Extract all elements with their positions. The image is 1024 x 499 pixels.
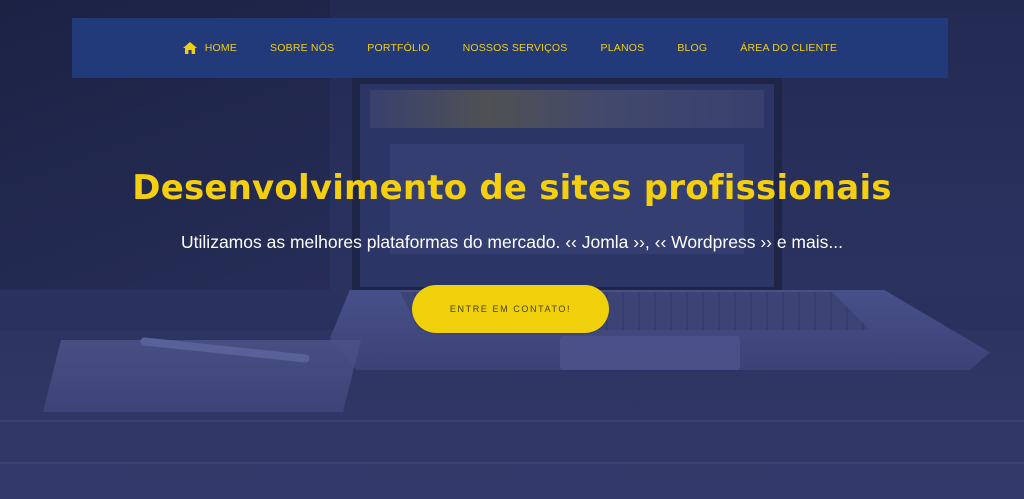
nav-item-blog[interactable]: BLOG bbox=[661, 42, 724, 54]
table-grain bbox=[0, 420, 1024, 422]
nav-item-portfolio[interactable]: PORTFÓLIO bbox=[351, 42, 446, 54]
home-icon bbox=[182, 42, 197, 54]
nav-item-area-do-cliente[interactable]: ÁREA DO CLIENTE bbox=[724, 42, 854, 54]
nav-item-label: BLOG bbox=[677, 42, 708, 54]
nav-item-label: SOBRE NÓS bbox=[270, 42, 335, 54]
nav-item-planos[interactable]: PLANOS bbox=[584, 42, 661, 54]
nav-item-nossos-servicos[interactable]: NOSSOS SERVIÇOS bbox=[446, 42, 584, 54]
nav-item-home[interactable]: HOME bbox=[166, 42, 253, 54]
background-laptop-touchpad bbox=[560, 336, 740, 370]
screen-banner bbox=[370, 90, 764, 128]
nav-item-label: HOME bbox=[204, 42, 238, 54]
hero-title: Desenvolvimento de sites profissionais bbox=[132, 168, 892, 208]
nav-item-label: PLANOS bbox=[600, 42, 645, 54]
nav-item-label: ÁREA DO CLIENTE bbox=[740, 42, 838, 54]
nav-item-label: PORTFÓLIO bbox=[367, 42, 430, 54]
nav-item-sobre-nos[interactable]: SOBRE NÓS bbox=[254, 42, 351, 54]
table-grain bbox=[0, 462, 1024, 464]
main-navbar: HOME SOBRE NÓS PORTFÓLIO NOSSOS SERVIÇOS… bbox=[72, 18, 948, 78]
nav-item-label: NOSSOS SERVIÇOS bbox=[462, 42, 568, 54]
contact-cta-button[interactable]: ENTRE EM CONTATO! bbox=[412, 285, 609, 333]
hero-subtitle: Utilizamos as melhores plataformas do me… bbox=[181, 232, 843, 252]
